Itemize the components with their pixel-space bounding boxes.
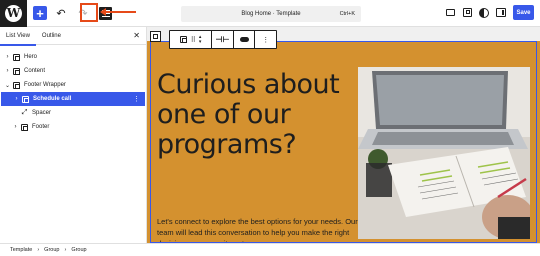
- add-block-button[interactable]: +: [33, 6, 47, 21]
- wordpress-logo-icon[interactable]: W: [0, 0, 27, 27]
- document-title-bar[interactable]: Blog Home · Template Ctrl+K: [181, 6, 361, 22]
- chevron-down-icon[interactable]: ⌄: [4, 82, 11, 89]
- tab-outline[interactable]: Outline: [36, 27, 67, 45]
- chevron-right-icon[interactable]: ›: [12, 124, 19, 130]
- parent-group-icon: [153, 34, 158, 39]
- list-item-spacer[interactable]: ⤢ Spacer: [0, 106, 146, 120]
- layout-toggle-icon: [239, 37, 249, 42]
- undo-icon[interactable]: ↶: [53, 5, 69, 21]
- layout-control[interactable]: [234, 31, 256, 48]
- list-item-schedule-call[interactable]: › Schedule call ⋮: [1, 92, 145, 106]
- move-up-down-icon[interactable]: ▴ ▾: [199, 34, 202, 45]
- block-tree: › Hero › Content ⌄ Footer Wrapper › Sche…: [0, 45, 146, 134]
- chevron-right-icon[interactable]: ›: [4, 54, 11, 60]
- editor-app: W + ↶ ↷ Blog Home · Template Ctrl+K Save…: [0, 0, 540, 256]
- list-item-label: Content: [24, 68, 46, 74]
- breadcrumb: Template › Group › Group: [0, 243, 540, 256]
- tab-list-view[interactable]: List View: [0, 27, 36, 46]
- breadcrumb-template[interactable]: Template: [10, 247, 32, 253]
- list-item-content[interactable]: › Content: [0, 64, 146, 78]
- list-item-footer-wrapper[interactable]: ⌄ Footer Wrapper: [0, 78, 146, 92]
- block-toolbar: ⠿ ▴ ▾ ⊣⊢ ⋮: [169, 30, 277, 49]
- document-title: Blog Home · Template: [241, 11, 301, 17]
- view-page-icon[interactable]: [462, 8, 472, 18]
- block-type-controls: ⠿ ▴ ▾: [170, 31, 213, 48]
- settings-sidebar-icon[interactable]: [496, 8, 506, 18]
- group-block-icon[interactable]: [179, 36, 187, 43]
- list-item-label: Spacer: [32, 110, 52, 116]
- more-options-icon: ⋮: [262, 36, 270, 44]
- styles-icon[interactable]: [479, 7, 489, 18]
- wordpress-logo-mark: W: [5, 4, 22, 22]
- selected-block-outline: [150, 41, 537, 243]
- list-item-label: Schedule call: [33, 96, 72, 102]
- select-parent-button[interactable]: [150, 31, 161, 42]
- drag-handle-icon[interactable]: ⠿: [191, 36, 196, 44]
- annotation-highlight-box: [80, 3, 98, 22]
- close-icon[interactable]: ✕: [133, 31, 140, 40]
- justify-icon: ⊣⊢: [215, 35, 230, 44]
- chevron-right-icon[interactable]: ›: [4, 68, 11, 74]
- desktop-preview-icon[interactable]: [445, 8, 455, 18]
- align-control[interactable]: ⊣⊢: [212, 31, 234, 48]
- save-button[interactable]: Save: [513, 5, 534, 20]
- spacer-block-icon: ⤢: [21, 109, 28, 116]
- top-bar-actions: Save: [445, 5, 534, 20]
- list-item-footer[interactable]: › Footer: [0, 120, 146, 134]
- breadcrumb-separator-icon: ›: [37, 247, 40, 253]
- group-block-icon: [22, 95, 29, 103]
- list-item-label: Footer Wrapper: [24, 82, 66, 88]
- breadcrumb-separator-icon: ›: [64, 247, 67, 253]
- breadcrumb-group[interactable]: Group: [44, 247, 59, 253]
- group-block-icon: [21, 123, 28, 131]
- list-view-panel: List View Outline ✕ › Hero › Content ⌄ F…: [0, 27, 147, 243]
- editor-top-bar: W + ↶ ↷ Blog Home · Template Ctrl+K Save: [0, 0, 540, 27]
- group-block-icon: [13, 81, 20, 89]
- breadcrumb-group-current[interactable]: Group: [71, 247, 86, 253]
- annotation-arrow-line: [102, 11, 136, 13]
- options-kebab-icon[interactable]: ⋮: [133, 95, 140, 103]
- panel-tabs: List View Outline ✕: [0, 27, 146, 46]
- command-shortcut: Ctrl+K: [339, 11, 355, 17]
- editor-canvas: Curious about one of our programs? Let's…: [147, 27, 540, 243]
- group-block-icon: [13, 67, 20, 75]
- list-item-label: Footer: [32, 124, 50, 130]
- list-item-label: Hero: [24, 54, 38, 60]
- group-block-icon: [13, 53, 20, 61]
- more-options-button[interactable]: ⋮: [255, 31, 276, 48]
- list-item-hero[interactable]: › Hero: [0, 50, 146, 64]
- chevron-right-icon[interactable]: ›: [13, 96, 20, 102]
